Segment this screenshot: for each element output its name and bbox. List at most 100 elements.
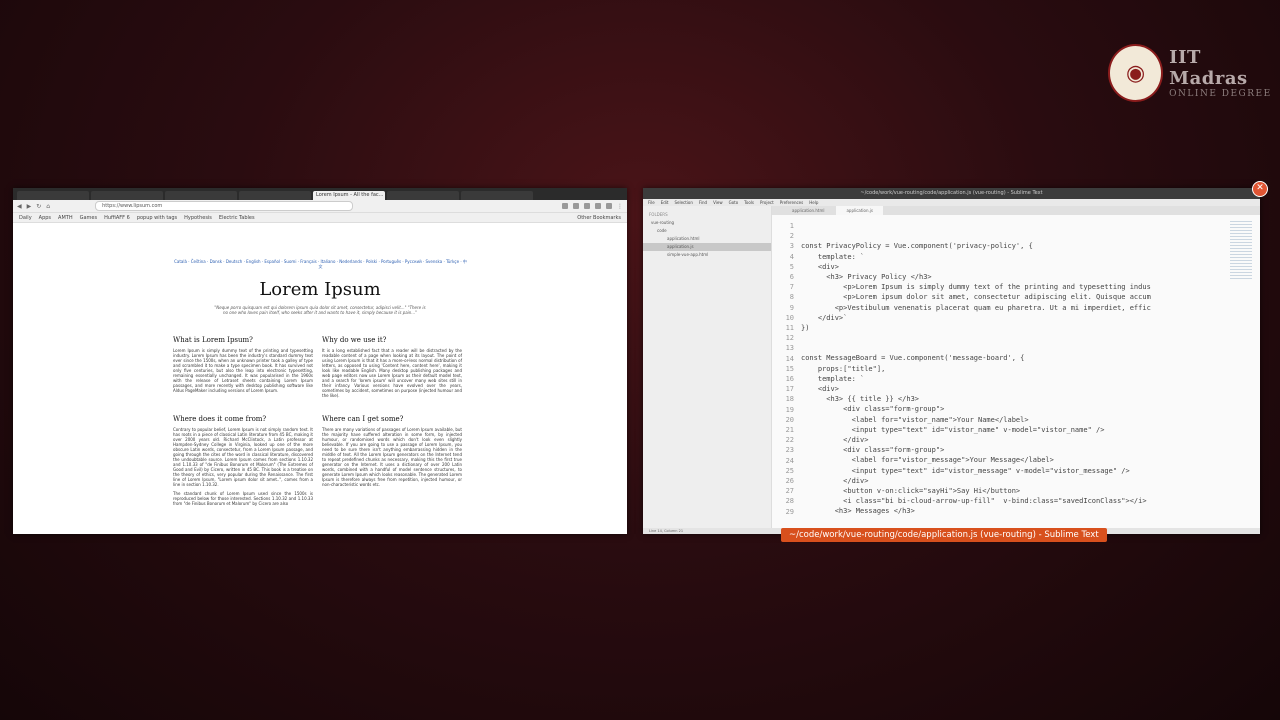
sidebar-file[interactable]: application.html [643,235,771,243]
code-line: <h3> Privacy Policy </h3> [801,272,932,281]
bookmarks-bar: Daily Apps AMTH Games HuffiAFF 6 popup w… [13,213,627,223]
bookmark-item[interactable]: Games [80,215,98,221]
logo-subtitle: ONLINE DEGREE [1169,89,1272,99]
page-title: Lorem Ipsum [259,279,381,300]
line-number: 27 [785,487,794,496]
code-line: </div> [801,476,869,485]
logo-title: IIT Madras [1169,47,1248,89]
browser-tab[interactable] [239,191,311,200]
menu-item[interactable]: Find [699,199,707,206]
back-icon[interactable]: ◀ [17,203,22,210]
browser-tab[interactable] [165,191,237,200]
section-text: It is a long established fact that a rea… [322,348,462,398]
section-extra-text: The standard chunk of Lorem Ipsum used s… [173,491,313,506]
code-line: <label for="vistor_message">Your Message… [801,456,1054,465]
browser-window: Lorem Ipsum - All the fac... ◀ ▶ ↻ ⌂ htt… [13,188,627,534]
browser-tab[interactable] [91,191,163,200]
browser-tab[interactable] [17,191,89,200]
code-line: <label for="vistor_name">Your Name</labe… [801,415,1029,424]
bookmark-item[interactable]: Daily [19,215,32,221]
section-where-from: Where does it come from? Contrary to pop… [173,416,313,507]
code-line: <h3> {{ title }} </h3> [801,395,920,404]
menu-item[interactable]: Help [809,199,818,206]
line-number: 5 [789,262,794,271]
menu-icon[interactable]: ⋮ [617,203,623,210]
menu-item[interactable]: Project [760,199,774,206]
bookmark-item[interactable]: HuffiAFF 6 [104,215,130,221]
forward-icon[interactable]: ▶ [27,203,32,210]
code-line: <div> [801,262,839,271]
extension-icon[interactable] [606,203,612,209]
code-line: <div class="form-group"> [801,405,945,414]
code-line: </div> [801,435,869,444]
line-number: 4 [789,252,794,261]
line-number: 11 [785,324,794,333]
code-line: template: ` [801,252,865,261]
bookmark-item[interactable]: popup with tags [137,215,177,221]
address-bar[interactable]: https://www.lipsum.com [95,201,354,211]
extension-icon[interactable] [573,203,579,209]
bookmark-item[interactable]: Hypothesis [184,215,212,221]
bookmark-item[interactable]: AMTH [58,215,73,221]
line-number: 12 [785,334,794,343]
line-number: 25 [785,466,794,475]
editor-tab[interactable]: application.html [782,206,834,215]
sidebar-folder[interactable]: vue-routing [643,219,771,227]
sublime-menubar: File Edit Selection Find View Goto Tools… [643,199,1260,206]
line-number: 16 [785,375,794,384]
sidebar-file-selected[interactable]: application.js [643,243,771,251]
code-editor[interactable]: const PrivacyPolicy = Vue.component('pri… [801,221,1226,516]
code-line: <div> [801,385,839,393]
section-text: Contrary to popular belief, Lorem Ipsum … [173,427,313,487]
menu-item[interactable]: Tools [744,199,754,206]
sidebar-folder[interactable]: code [643,227,771,235]
menu-item[interactable]: File [648,199,655,206]
sidebar-file[interactable]: simple-vue-app.html [643,251,771,259]
line-number-gutter: 1 2 3 4 5 6 7 8 9 10 11 12 13 14 15 16 17 18 19 20 21 22 23 24 2… [772,221,794,517]
menu-item[interactable]: View [713,199,723,206]
line-number: 23 [785,446,794,455]
section-text: There are many variations of passages of… [322,427,462,487]
code-line: }) [801,323,810,332]
code-line: <input type="text" id="vistor_name" v-mo… [801,425,1105,434]
other-bookmarks[interactable]: Other Bookmarks [577,215,621,221]
reload-icon[interactable]: ↻ [36,203,41,210]
sublime-window: ~/code/work/vue-routing/code/application… [643,188,1260,534]
menu-item[interactable]: Edit [661,199,669,206]
language-links[interactable]: Català · Čeština · Dansk · Deutsch · Eng… [173,259,468,269]
home-icon[interactable]: ⌂ [46,203,50,210]
line-number: 13 [785,344,794,353]
code-line: <p>Vestibulum venenatis placerat quam eu… [801,303,1151,312]
minimap[interactable] [1230,221,1252,281]
sidebar-header: FOLDERS [649,212,668,217]
line-number: 21 [785,426,794,435]
code-line: <button v-on:click="sayHi">Say Hi</butto… [801,486,1021,495]
line-number: 17 [785,385,794,394]
bookmark-item[interactable]: Apps [39,215,51,221]
section-heading: Why do we use it? [322,336,387,344]
extension-icon[interactable] [584,203,590,209]
iit-seal-icon: ◉ [1108,44,1164,102]
editor-tab-active[interactable]: application.js [836,206,883,215]
line-number: 29 [785,507,794,516]
menu-item[interactable]: Goto [729,199,739,206]
browser-tab[interactable] [461,191,533,200]
line-number: 8 [789,293,794,302]
close-icon[interactable]: ✕ [1252,181,1268,197]
browser-tab-active[interactable]: Lorem Ipsum - All the fac... [313,191,385,200]
section-heading: Where can I get some? [322,415,404,423]
section-where-get: Where can I get some? There are many var… [322,415,462,488]
bookmark-item[interactable]: Electric Tables [219,215,255,221]
extension-icon[interactable] [562,203,568,209]
line-number: 19 [785,405,794,414]
code-line: <p>Lorem ipsum dolor sit amet, consectet… [801,293,1151,302]
window-label: ~/code/work/vue-routing/code/application… [781,528,1107,542]
menu-item[interactable]: Selection [674,199,692,206]
extension-icon[interactable] [595,203,601,209]
line-number: 28 [785,497,794,506]
browser-tab[interactable] [387,191,459,200]
menu-item[interactable]: Preferences [780,199,804,206]
folder-sidebar: FOLDERS vue-routing code application.htm… [643,206,772,528]
